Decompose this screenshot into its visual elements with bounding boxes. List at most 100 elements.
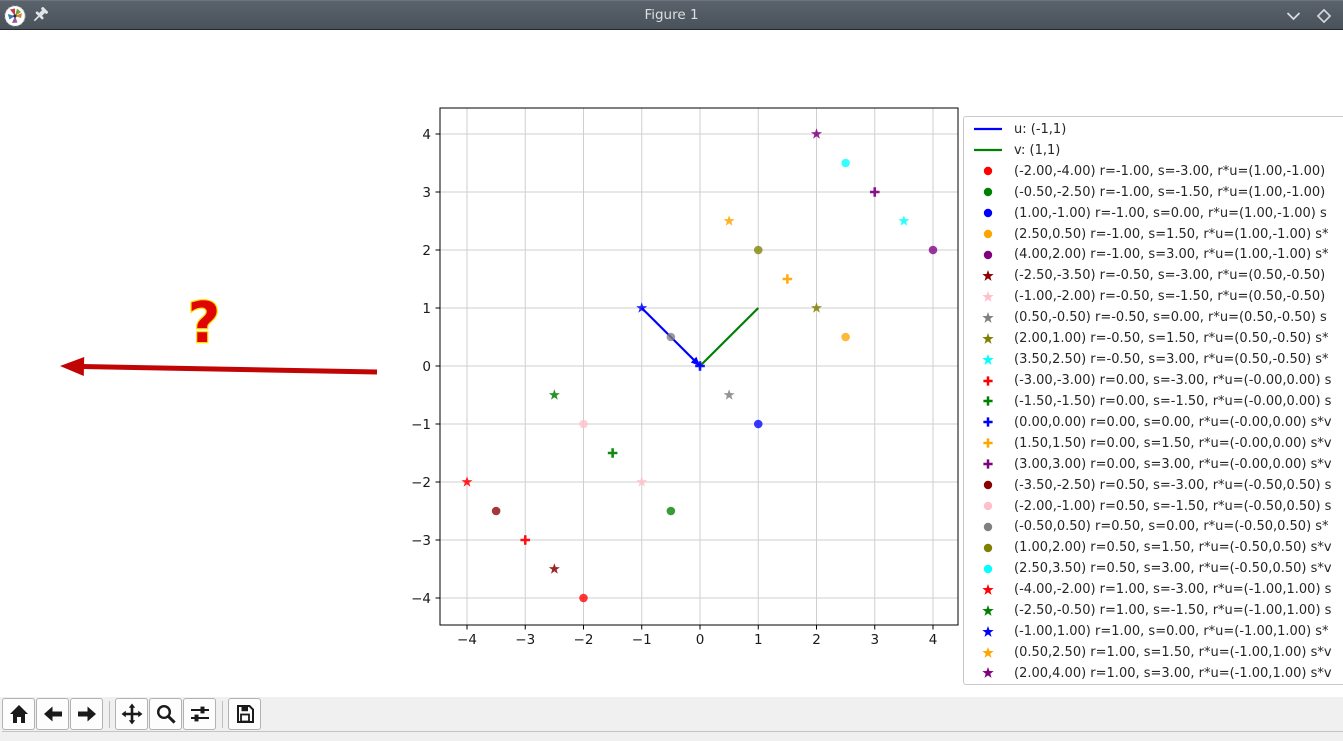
legend-entry: (-0.50,-2.50) r=-1.00, s=-1.50, r*u=(1.0… <box>971 182 1343 203</box>
svg-text:0: 0 <box>696 632 705 648</box>
svg-text:−4: −4 <box>411 591 431 607</box>
legend-entry-label: (2.50,0.50) r=-1.00, s=1.50, r*u=(1.00,-… <box>1014 227 1329 242</box>
legend-entry-label: (2.00,4.00) r=1.00, s=3.00, r*u=(-1.00,1… <box>1014 666 1332 681</box>
window-title: Figure 1 <box>0 7 1343 23</box>
svg-text:4: 4 <box>422 127 431 143</box>
legend-entry-label: (2.50,3.50) r=0.50, s=3.00, r*u=(-0.50,0… <box>1014 561 1332 576</box>
subplots-button[interactable] <box>183 698 216 730</box>
subplots-icon <box>189 703 211 725</box>
home-icon <box>8 703 30 725</box>
legend-entry: (-2.00,-4.00) r=-1.00, s=-3.00, r*u=(1.0… <box>971 161 1343 182</box>
legend-marker <box>971 456 1005 472</box>
figure-canvas[interactable]: −4−3−2−101234−4−3−2−101234? u: (-1,1)v: … <box>0 30 1343 697</box>
legend-entry-label: (1.50,1.50) r=0.00, s=1.50, r*u=(-0.00,0… <box>1014 436 1332 451</box>
legend-marker <box>971 561 1005 577</box>
tick-marks <box>436 134 934 630</box>
legend-entry: (1.00,-1.00) r=-1.00, s=0.00, r*u=(1.00,… <box>971 203 1343 224</box>
legend-marker <box>971 645 1005 661</box>
zoom-button[interactable] <box>149 698 182 730</box>
legend-entry-label: (-1.50,-1.50) r=0.00, s=-1.50, r*u=(-0.0… <box>1014 394 1331 409</box>
svg-text:0: 0 <box>422 359 431 375</box>
legend-entry-label: (3.00,3.00) r=0.00, s=3.00, r*u=(-0.00,0… <box>1014 457 1332 472</box>
legend-entry-label: (-3.50,-2.50) r=0.50, s=-3.00, r*u=(-0.5… <box>1014 478 1331 493</box>
forward-icon <box>76 703 98 725</box>
legend-entry: (-2.00,-1.00) r=0.50, s=-1.50, r*u=(-0.5… <box>971 496 1343 517</box>
shade-window-icon[interactable] <box>1286 12 1301 21</box>
legend-marker <box>971 414 1005 430</box>
legend-marker <box>971 540 1005 556</box>
svg-text:−1: −1 <box>411 417 431 433</box>
scatter-marker <box>579 420 588 429</box>
legend-marker <box>971 289 1005 305</box>
legend-marker <box>971 205 1005 221</box>
legend-entry: (-1.00,-2.00) r=-0.50, s=-1.50, r*u=(0.5… <box>971 286 1343 307</box>
annotation-arrow <box>60 357 377 376</box>
legend-entry: (-1.50,-1.50) r=0.00, s=-1.50, r*u=(-0.0… <box>971 391 1343 412</box>
svg-text:4: 4 <box>929 632 938 648</box>
legend-marker <box>971 226 1005 242</box>
legend-entry-label: (-0.50,-2.50) r=-1.00, s=-1.50, r*u=(1.0… <box>1014 185 1325 200</box>
svg-text:1: 1 <box>422 301 431 317</box>
tick-labels: −4−3−2−101234−4−3−2−101234 <box>411 127 937 648</box>
legend-marker <box>971 519 1005 535</box>
svg-text:−2: −2 <box>574 632 594 648</box>
save-icon <box>234 703 256 725</box>
svg-text:3: 3 <box>422 185 431 201</box>
legend-marker <box>971 582 1005 598</box>
scatter-marker <box>549 563 560 573</box>
legend-entry: (-2.50,-0.50) r=1.00, s=-1.50, r*u=(-1.0… <box>971 600 1343 621</box>
legend-entry: (1.50,1.50) r=0.00, s=1.50, r*u=(-0.00,0… <box>971 433 1343 454</box>
scatter-marker <box>492 507 501 516</box>
forward-button[interactable] <box>70 698 103 730</box>
save-button[interactable] <box>228 698 261 730</box>
legend-entry-label: (-2.50,-0.50) r=1.00, s=-1.50, r*u=(-1.0… <box>1014 603 1331 618</box>
scatter-marker <box>549 389 560 399</box>
legend-entry: (-2.50,-3.50) r=-0.50, s=-3.00, r*u=(0.5… <box>971 265 1343 286</box>
legend-entry: v: (1,1) <box>971 140 1343 161</box>
legend-marker <box>971 352 1005 368</box>
legend-marker <box>971 498 1005 514</box>
scatter-marker <box>898 215 909 225</box>
maximize-icon[interactable] <box>1315 7 1333 25</box>
legend-entry-label: (-2.00,-4.00) r=-1.00, s=-3.00, r*u=(1.0… <box>1014 164 1325 179</box>
legend-entry: (1.00,2.00) r=0.50, s=1.50, r*u=(-0.50,0… <box>971 537 1343 558</box>
legend-entry-label: (-0.50,0.50) r=0.50, s=0.00, r*u=(-0.50,… <box>1014 519 1329 534</box>
legend-line-sample <box>971 121 1005 137</box>
legend-entry-label: (0.50,2.50) r=1.00, s=1.50, r*u=(-1.00,1… <box>1014 645 1332 660</box>
titlebar[interactable]: Figure 1 <box>0 0 1343 30</box>
legend-entry: (0.00,0.00) r=0.00, s=0.00, r*u=(-0.00,0… <box>971 412 1343 433</box>
svg-text:2: 2 <box>812 632 821 648</box>
legend-marker <box>971 310 1005 326</box>
scatter-marker <box>608 448 618 458</box>
scatter-points <box>461 128 937 602</box>
legend-entry-label: v: (1,1) <box>1014 143 1060 158</box>
legend-entry-label: (1.00,-1.00) r=-1.00, s=0.00, r*u=(1.00,… <box>1014 206 1327 221</box>
svg-text:−3: −3 <box>411 533 431 549</box>
legend-marker <box>971 373 1005 389</box>
legend-entry-label: (2.00,1.00) r=-0.50, s=1.50, r*u=(0.50,-… <box>1014 331 1329 346</box>
scatter-marker <box>667 507 676 516</box>
legend-marker <box>971 393 1005 409</box>
legend-entry: u: (-1,1) <box>971 119 1343 140</box>
scatter-marker <box>724 215 735 225</box>
legend-entry: (2.50,0.50) r=-1.00, s=1.50, r*u=(1.00,-… <box>971 224 1343 245</box>
home-button[interactable] <box>2 698 35 730</box>
scatter-marker <box>667 333 676 342</box>
legend-entry: (2.00,4.00) r=1.00, s=3.00, r*u=(-1.00,1… <box>971 663 1343 684</box>
legend-marker <box>971 665 1005 681</box>
navigation-toolbar <box>0 697 1343 741</box>
svg-text:−3: −3 <box>515 632 535 648</box>
pan-button[interactable] <box>115 698 148 730</box>
legend-entry-label: (0.50,-0.50) r=-0.50, s=0.00, r*u=(0.50,… <box>1014 310 1327 325</box>
legend-entry-label: u: (-1,1) <box>1014 122 1066 137</box>
toolbar-separator <box>109 701 110 728</box>
legend-entry-label: (0.00,0.00) r=0.00, s=0.00, r*u=(-0.00,0… <box>1014 415 1332 430</box>
legend-entry: (2.00,1.00) r=-0.50, s=1.50, r*u=(0.50,-… <box>971 328 1343 349</box>
legend-entry: (3.00,3.00) r=0.00, s=3.00, r*u=(-0.00,0… <box>971 454 1343 475</box>
vector-v-line <box>700 308 758 366</box>
legend-entry-label: (-3.00,-3.00) r=0.00, s=-3.00, r*u=(-0.0… <box>1014 373 1331 388</box>
scatter-marker <box>841 333 850 342</box>
back-button[interactable] <box>36 698 69 730</box>
legend-entry: (-3.50,-2.50) r=0.50, s=-3.00, r*u=(-0.5… <box>971 475 1343 496</box>
scatter-marker <box>929 246 938 255</box>
